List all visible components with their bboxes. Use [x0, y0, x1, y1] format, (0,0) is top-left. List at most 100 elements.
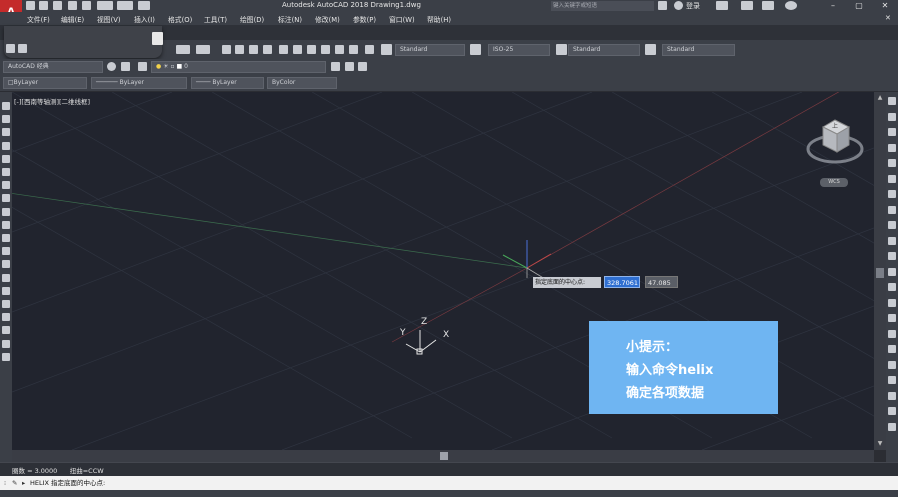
undo-icon[interactable] [97, 1, 113, 10]
scroll-down-icon[interactable]: ▼ [876, 440, 884, 448]
menu-close-icon[interactable]: ✕ [885, 14, 893, 22]
fillet-icon[interactable] [888, 329, 896, 338]
move-icon[interactable] [888, 174, 896, 183]
explode-icon[interactable] [888, 360, 896, 369]
wcs-menu[interactable]: WCS [820, 178, 848, 187]
layer-previous-icon[interactable] [345, 62, 354, 71]
dynamic-input-x[interactable]: 328.7061 [604, 276, 640, 288]
command-line[interactable]: ⁝ ✎ ▸ HELIX 指定底面的中心点: [0, 476, 898, 490]
mleader-style-icon[interactable] [645, 44, 656, 55]
command-customize-icon[interactable]: ✎ [12, 476, 17, 490]
undo-icon[interactable] [176, 45, 190, 54]
maximize-button[interactable]: ▢ [846, 0, 872, 12]
menu-edit[interactable]: 编辑(E) [61, 14, 84, 24]
erase-icon[interactable] [888, 97, 896, 105]
save-as-icon[interactable] [68, 1, 77, 10]
mleader-style-select[interactable]: Standard [662, 44, 735, 56]
tab-add-icon[interactable] [152, 32, 163, 45]
menu-draw[interactable]: 绘图(D) [240, 14, 264, 24]
rotate-icon[interactable] [888, 190, 896, 198]
layout-icon[interactable] [888, 376, 896, 384]
color-select[interactable]: □ByLayer [3, 77, 87, 89]
table-style-select[interactable]: Standard [568, 44, 640, 56]
make-current-layer-icon[interactable] [331, 62, 340, 71]
layer-state-icon[interactable] [358, 62, 367, 71]
solid-icon[interactable] [888, 407, 896, 415]
menu-insert[interactable]: 插入(I) [134, 14, 155, 24]
design-center-icon[interactable] [293, 45, 302, 54]
rectangle-icon[interactable] [2, 154, 10, 163]
menu-parametric[interactable]: 参数(P) [353, 14, 376, 24]
polyline-icon[interactable] [2, 128, 10, 137]
vertical-scroll-thumb[interactable] [876, 268, 884, 278]
blend-icon[interactable] [888, 345, 896, 353]
menu-modify[interactable]: 修改(M) [315, 14, 340, 24]
arc-icon[interactable] [2, 168, 10, 176]
dim-style-select[interactable]: ISO-25 [488, 44, 550, 56]
menu-file[interactable]: 文件(F) [27, 14, 50, 24]
construction-line-icon[interactable] [2, 115, 10, 124]
line-icon[interactable] [2, 102, 10, 110]
horizontal-scroll-thumb[interactable] [440, 452, 448, 460]
close-button[interactable]: ✕ [872, 0, 898, 12]
region-icon[interactable] [2, 313, 10, 322]
revision-cloud-icon[interactable] [2, 194, 10, 203]
lineweight-select[interactable]: ──── ByLayer [191, 77, 264, 89]
copy-icon[interactable] [888, 112, 896, 121]
trim-icon[interactable] [888, 236, 896, 245]
binoculars-icon[interactable] [658, 1, 667, 10]
extend-icon[interactable] [888, 252, 896, 260]
user-icon[interactable] [674, 1, 683, 10]
markup-icon[interactable] [335, 45, 344, 54]
workspace-icon[interactable] [121, 62, 130, 71]
zoom-realtime-icon[interactable] [235, 45, 244, 54]
break-point-icon[interactable] [888, 267, 896, 276]
plotstyle-select[interactable]: ByColor [267, 77, 337, 89]
scale-icon[interactable] [888, 205, 896, 214]
scroll-up-icon[interactable]: ▲ [876, 94, 884, 102]
redo-icon[interactable] [196, 45, 210, 54]
zoom-window-icon[interactable] [249, 45, 258, 54]
zoom-previous-icon[interactable] [263, 45, 272, 54]
share-icon[interactable] [138, 1, 150, 10]
tool-palettes-icon[interactable] [307, 45, 316, 54]
array-icon[interactable] [888, 159, 896, 167]
circle-icon[interactable] [2, 181, 10, 190]
minimize-button[interactable]: – [820, 0, 846, 12]
linetype-select[interactable]: ────── ByLayer [91, 77, 187, 89]
offset-icon[interactable] [888, 143, 896, 152]
mtext-icon[interactable] [2, 339, 10, 348]
table-style-icon[interactable] [556, 44, 567, 55]
text-style-icon[interactable] [381, 44, 392, 55]
break-icon[interactable] [888, 283, 896, 291]
layer-properties-icon[interactable] [138, 62, 147, 71]
sheet-set-icon[interactable] [321, 45, 330, 54]
search-input[interactable]: 键入关键字或短语 [551, 1, 654, 11]
dynamic-input-y[interactable]: 47.085 [645, 276, 678, 288]
open-icon[interactable] [39, 1, 48, 10]
gradient-icon[interactable] [2, 300, 10, 308]
point-icon[interactable] [2, 273, 10, 282]
add-selected-icon[interactable] [2, 352, 10, 361]
a360-icon[interactable] [762, 1, 774, 10]
exchange-icon[interactable] [716, 1, 728, 10]
insert-block-icon[interactable] [2, 247, 10, 256]
ellipse-arc-icon[interactable] [2, 234, 10, 242]
viewcube[interactable]: 上 [805, 113, 865, 171]
menu-view[interactable]: 视图(V) [97, 14, 121, 24]
pan-icon[interactable] [222, 45, 231, 54]
mirror-icon[interactable] [888, 128, 896, 136]
dim-style-icon[interactable] [470, 44, 481, 55]
make-block-icon[interactable] [2, 260, 10, 269]
menu-dimension[interactable]: 标注(N) [278, 14, 302, 24]
viewport-icon[interactable] [888, 391, 896, 400]
redo-icon[interactable] [117, 1, 133, 10]
text-style-select[interactable]: Standard [395, 44, 465, 56]
workspace-select[interactable]: AutoCAD 经典 [3, 61, 103, 73]
new-icon[interactable] [26, 1, 35, 10]
ellipse-icon[interactable] [2, 220, 10, 229]
render-icon[interactable] [888, 422, 896, 431]
join-icon[interactable] [888, 298, 896, 307]
table-icon[interactable] [2, 326, 10, 335]
hatch-icon[interactable] [2, 286, 10, 295]
